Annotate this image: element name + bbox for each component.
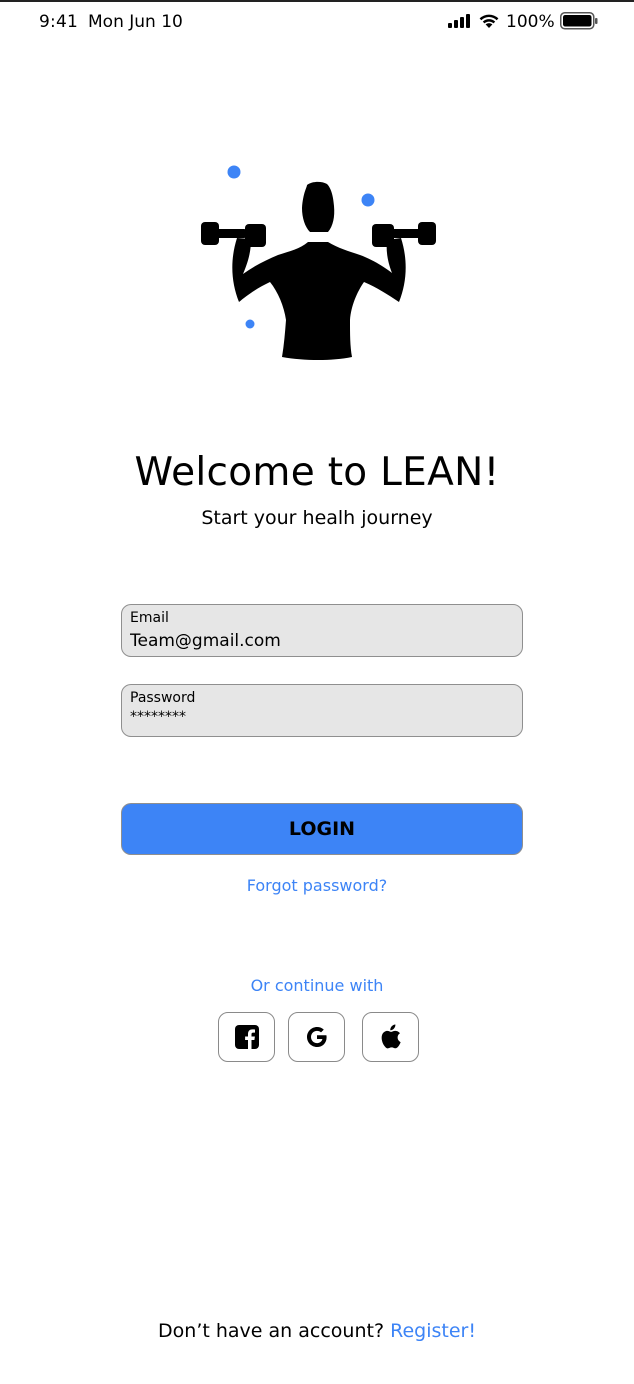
- silhouette: [201, 181, 436, 360]
- google-login-button[interactable]: [288, 1012, 345, 1062]
- status-date: Mon Jun 10: [88, 12, 183, 32]
- battery-icon: [560, 12, 598, 30]
- google-icon: [306, 1027, 327, 1047]
- email-input[interactable]: [130, 631, 510, 651]
- social-heading: Or continue with: [250, 976, 384, 995]
- facebook-icon: [234, 1025, 259, 1049]
- password-field[interactable]: Password ********: [121, 684, 523, 737]
- status-bar: 9:41 Mon Jun 10 100%: [0, 0, 634, 44]
- wifi-icon: [479, 14, 499, 28]
- accent-dot: [227, 165, 241, 179]
- email-field[interactable]: Email: [121, 604, 523, 657]
- fitness-illustration: [201, 165, 436, 360]
- accent-dot: [245, 319, 255, 329]
- register-link[interactable]: Register!: [390, 1320, 476, 1342]
- apple-icon: [381, 1024, 401, 1049]
- battery-percent: 100%: [506, 12, 555, 32]
- accent-dot: [361, 193, 375, 207]
- register-prompt: Don’t have an account? Register!: [0, 1320, 634, 1342]
- apple-login-button[interactable]: [362, 1012, 419, 1062]
- forgot-password-link[interactable]: Forgot password?: [0, 876, 634, 895]
- password-input[interactable]: ********: [130, 709, 510, 725]
- register-question: Don’t have an account?: [158, 1320, 385, 1342]
- status-time: 9:41: [39, 12, 78, 32]
- welcome-title: Welcome to LEAN!: [134, 450, 500, 495]
- cellular-signal-icon: [448, 14, 470, 28]
- password-label: Password: [130, 690, 196, 706]
- welcome-subtitle: Start your healh journey: [201, 507, 433, 529]
- facebook-login-button[interactable]: [218, 1012, 275, 1062]
- email-label: Email: [130, 610, 169, 626]
- login-button[interactable]: LOGIN: [121, 803, 523, 855]
